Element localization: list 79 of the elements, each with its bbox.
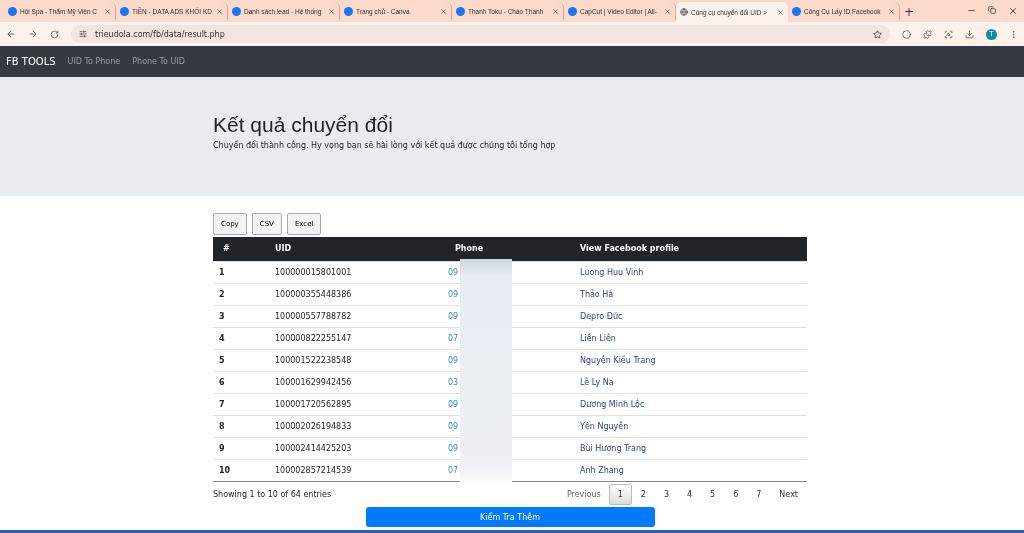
profile-link[interactable]: Dương Minh Lộc <box>570 393 807 415</box>
page-subtitle: Chuyển đổi thành công. Hy vọng bạn sẽ hài lòng với kết quả được chúng tôi tổng hợp <box>213 141 557 150</box>
table-cell: 7 <box>213 393 265 415</box>
menu-icon[interactable] <box>1009 29 1018 39</box>
profile-link[interactable]: Thảo Hà <box>570 283 807 305</box>
table-cell: 8 <box>213 415 265 437</box>
page-link[interactable]: 4 <box>678 484 702 505</box>
column-header: Phone <box>445 237 570 261</box>
tab-favicon-icon <box>8 6 17 16</box>
profile-link[interactable]: Luong Huu Vinh <box>570 261 807 283</box>
tab-favicon-icon <box>120 6 129 16</box>
column-header: UID <box>265 237 445 261</box>
table-cell: 3 <box>213 305 265 327</box>
profile-link[interactable]: Bùi Hương Trang <box>570 437 807 459</box>
tab-favicon-icon <box>456 6 465 16</box>
table-cell: 100001522238548 <box>265 349 445 371</box>
table-cell: 100002026194833 <box>265 415 445 437</box>
profile-link[interactable]: Depro Đức <box>570 305 807 327</box>
close-icon[interactable] <box>216 7 223 15</box>
table-cell: 100000015801001 <box>265 261 445 283</box>
table-cell: 4 <box>213 327 265 349</box>
table-cell: 100000822255147 <box>265 327 445 349</box>
close-icon[interactable] <box>664 7 671 15</box>
column-header: View Facebook profile <box>570 237 807 261</box>
tab-favicon-icon <box>344 6 353 16</box>
close-icon[interactable] <box>440 7 447 15</box>
close-icon[interactable] <box>888 7 895 15</box>
profile-link[interactable]: Anh Zhang <box>570 459 807 481</box>
tab-favicon-icon <box>232 6 241 16</box>
table-cell: 10 <box>213 459 265 481</box>
profile-link[interactable]: Nguyễn Kiều Trang <box>570 349 807 371</box>
page-link[interactable]: 3 <box>654 484 678 505</box>
restore-icon[interactable] <box>988 6 996 14</box>
reload-icon[interactable] <box>50 29 59 39</box>
profile-link[interactable]: Lê Ly Na <box>570 371 807 393</box>
page-link[interactable]: 1 <box>608 484 632 505</box>
nav-link[interactable]: UID To Phone <box>67 57 121 66</box>
table-cell: 100001629942456 <box>265 371 445 393</box>
tab-favicon-icon <box>792 6 801 16</box>
table-cell: 9 <box>213 437 265 459</box>
table-cell: 100000355448386 <box>265 283 445 305</box>
close-icon[interactable] <box>552 7 559 15</box>
table-cell: 1 <box>213 261 265 283</box>
table-cell: 100001720562895 <box>265 393 445 415</box>
previous-link[interactable]: Previous <box>558 485 609 504</box>
table-cell: 5 <box>213 349 265 371</box>
site-settings-icon[interactable] <box>79 30 87 38</box>
table-cell: 100002857214539 <box>265 459 445 481</box>
download-icon[interactable] <box>965 29 974 39</box>
close-icon[interactable] <box>1008 6 1018 16</box>
page-link[interactable]: 6 <box>724 484 748 505</box>
page-link[interactable]: 7 <box>747 484 771 505</box>
globe-icon <box>680 8 688 16</box>
nav-link[interactable]: Phone To UID <box>132 57 185 66</box>
table-cell: 6 <box>213 371 265 393</box>
entries-info: Showing 1 to 10 of 64 entries <box>213 490 332 499</box>
bookmark-star-icon[interactable] <box>873 29 882 39</box>
table-cell: 100002414425203 <box>265 437 445 459</box>
close-icon[interactable] <box>328 7 335 15</box>
forward-icon[interactable] <box>28 29 38 39</box>
page-title: Kết quả chuyển đổi <box>213 113 394 137</box>
close-icon[interactable] <box>104 7 111 15</box>
column-header: # <box>213 237 265 261</box>
new-tab-button[interactable]: + <box>900 5 919 19</box>
table-cell: 2 <box>213 283 265 305</box>
tab-favicon-icon <box>568 6 577 16</box>
close-icon[interactable] <box>777 8 784 16</box>
next-link[interactable]: Next <box>770 484 807 505</box>
profile-link[interactable]: Yến Nguyễn <box>570 415 807 437</box>
back-icon[interactable] <box>6 29 16 39</box>
address-field[interactable]: trieudola.com/fb/data/result.php <box>71 25 890 43</box>
extensions-icon[interactable] <box>923 29 932 39</box>
profile-link[interactable]: Liên Liên <box>570 327 807 349</box>
circle-icon[interactable] <box>902 29 911 39</box>
page-link[interactable]: 5 <box>701 484 725 505</box>
table-cell: 100000557788782 <box>265 305 445 327</box>
brand-link[interactable]: FB TOOLS <box>6 56 56 67</box>
page-link[interactable]: 2 <box>631 484 655 505</box>
check-more-button[interactable]: Kiểm Tra Thêm <box>365 507 655 527</box>
